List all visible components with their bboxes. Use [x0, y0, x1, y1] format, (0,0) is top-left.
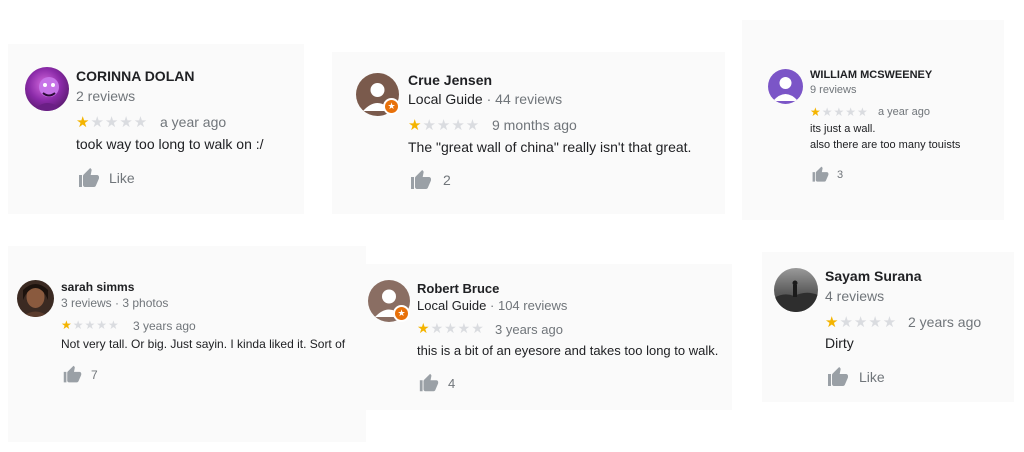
- separator-dot: ·: [486, 91, 496, 107]
- star-icon: ★★★★: [90, 113, 149, 131]
- thumbs-up-icon: [79, 168, 99, 187]
- reviewer-meta: 3 reviews · 3 photos: [61, 296, 169, 310]
- star-rating: ★★★★★: [825, 313, 897, 331]
- like-count: Like: [859, 369, 885, 385]
- thumbs-up-icon: [411, 170, 431, 189]
- reviewer-meta: Local Guide · 44 reviews: [408, 91, 562, 107]
- star-icon: ★★★★: [839, 313, 898, 331]
- local-guide-label: Local Guide: [408, 91, 483, 107]
- review-time: a year ago: [878, 106, 930, 118]
- review-time: a year ago: [160, 114, 227, 130]
- star-icon: ★: [61, 318, 73, 332]
- thumbs-up-icon: [63, 365, 82, 383]
- star-rating: ★★★★★: [810, 105, 869, 119]
- reviewer-meta: 9 reviews: [810, 84, 857, 96]
- reviewer-meta: 2 reviews: [76, 88, 136, 104]
- review-count: 104 reviews: [497, 298, 568, 313]
- like-count: 3: [837, 168, 844, 181]
- separator-dot: ·: [490, 298, 498, 313]
- star-icon: ★★★★: [72, 318, 120, 332]
- reviewer-name[interactable]: Robert Bruce: [417, 281, 499, 296]
- review-text: Not very tall. Or big. Just sayin. I kin…: [61, 337, 346, 351]
- star-rating: ★★★★★: [61, 318, 120, 332]
- avatar[interactable]: [25, 67, 69, 111]
- like-count: 4: [448, 375, 456, 391]
- star-icon: ★: [825, 313, 840, 331]
- review-count: 44 reviews: [495, 91, 563, 107]
- thumbs-up-icon: [419, 373, 439, 392]
- like-button[interactable]: Like: [825, 365, 885, 389]
- avatar[interactable]: [774, 268, 818, 312]
- thumbs-up-icon: [812, 166, 829, 182]
- like-button[interactable]: 7: [61, 364, 98, 385]
- review-text: Dirty: [825, 335, 854, 351]
- review-text: this is a bit of an eyesore and takes to…: [417, 343, 719, 358]
- star-rating: ★★★★★: [76, 113, 148, 131]
- star-rating: ★★★★★: [408, 116, 480, 134]
- star-icon: ★: [408, 116, 423, 134]
- reviewer-name[interactable]: WILLIAM MCSWEENEY: [810, 69, 932, 81]
- like-button[interactable]: 2: [408, 168, 451, 192]
- like-count: 2: [443, 172, 451, 188]
- like-count: Like: [109, 170, 135, 186]
- star-icon: ★: [76, 113, 91, 131]
- like-button[interactable]: 3: [810, 165, 843, 184]
- star-icon: ★: [417, 321, 431, 337]
- review-text: The "great wall of china" really isn't t…: [408, 139, 692, 155]
- star-icon: ★★★★: [422, 116, 481, 134]
- avatar[interactable]: [768, 69, 803, 104]
- review-time: 3 years ago: [495, 322, 563, 337]
- star-icon: ★★★★: [821, 105, 869, 119]
- reviewer-name[interactable]: sarah simms: [61, 280, 134, 294]
- person-icon: [773, 77, 798, 101]
- star-rating: ★★★★★: [417, 321, 485, 337]
- local-guide-badge-icon: ★: [383, 98, 400, 115]
- star-icon: ★★★★: [430, 321, 485, 337]
- avatar-image: [774, 280, 818, 312]
- avatar-image: [33, 77, 63, 111]
- thumbs-up-icon: [828, 367, 848, 386]
- like-count: 7: [91, 367, 98, 382]
- avatar[interactable]: [17, 280, 54, 317]
- review-time: 3 years ago: [133, 319, 196, 333]
- like-button[interactable]: Like: [76, 166, 135, 190]
- like-button[interactable]: 4: [417, 372, 455, 394]
- reviewer-meta: Local Guide · 104 reviews: [417, 298, 567, 313]
- reviewer-name[interactable]: Sayam Surana: [825, 268, 922, 284]
- review-card: [332, 52, 725, 214]
- star-icon: ★: [810, 105, 822, 119]
- local-guide-label: Local Guide: [417, 298, 487, 313]
- review-text: took way too long to walk on :/: [76, 136, 264, 152]
- reviewer-name[interactable]: Crue Jensen: [408, 72, 492, 88]
- review-text: its just a wall.: [810, 123, 876, 135]
- avatar-image: [22, 284, 49, 317]
- reviewer-name[interactable]: CORINNA DOLAN: [76, 68, 194, 84]
- review-time: 2 years ago: [908, 314, 982, 330]
- review-card: [358, 264, 732, 410]
- review-time: 9 months ago: [492, 117, 577, 133]
- review-text: also there are too many touists: [810, 139, 961, 151]
- reviewer-meta: 4 reviews: [825, 288, 885, 304]
- review-card: [742, 20, 1004, 220]
- local-guide-badge-icon: ★: [393, 305, 410, 322]
